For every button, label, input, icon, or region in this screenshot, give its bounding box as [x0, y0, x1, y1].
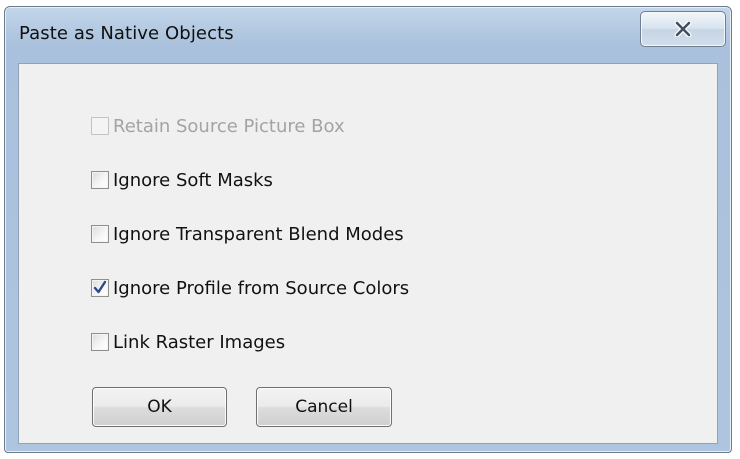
- option-label: Retain Source Picture Box: [113, 115, 345, 137]
- title-bar[interactable]: Paste as Native Objects: [5, 7, 731, 63]
- checkmark-icon: [93, 280, 107, 299]
- link-raster-images-checkbox[interactable]: [91, 333, 109, 351]
- cancel-button[interactable]: Cancel: [256, 387, 392, 427]
- option-link-raster-images[interactable]: Link Raster Images: [91, 328, 285, 356]
- ignore-soft-masks-checkbox[interactable]: [91, 171, 109, 189]
- option-ignore-profile-from-source-colors[interactable]: Ignore Profile from Source Colors: [91, 274, 409, 302]
- ignore-transparent-blend-modes-checkbox[interactable]: [91, 225, 109, 243]
- dialog-title: Paste as Native Objects: [19, 23, 234, 44]
- close-icon: [674, 21, 692, 37]
- dialog-window: Paste as Native Objects Retain Source Pi…: [4, 6, 732, 453]
- ok-button[interactable]: OK: [92, 387, 227, 427]
- option-retain-source-picture-box: Retain Source Picture Box: [91, 112, 345, 140]
- retain-source-picture-box-checkbox: [91, 117, 109, 135]
- dialog-content: Retain Source Picture Box Ignore Soft Ma…: [18, 63, 718, 444]
- option-ignore-transparent-blend-modes[interactable]: Ignore Transparent Blend Modes: [91, 220, 404, 248]
- close-button[interactable]: [640, 11, 726, 47]
- option-label[interactable]: Link Raster Images: [113, 332, 285, 353]
- ignore-profile-from-source-colors-checkbox[interactable]: [91, 279, 109, 297]
- option-label[interactable]: Ignore Profile from Source Colors: [113, 278, 409, 299]
- option-label[interactable]: Ignore Transparent Blend Modes: [113, 224, 404, 245]
- option-label[interactable]: Ignore Soft Masks: [113, 170, 273, 191]
- option-ignore-soft-masks[interactable]: Ignore Soft Masks: [91, 166, 273, 194]
